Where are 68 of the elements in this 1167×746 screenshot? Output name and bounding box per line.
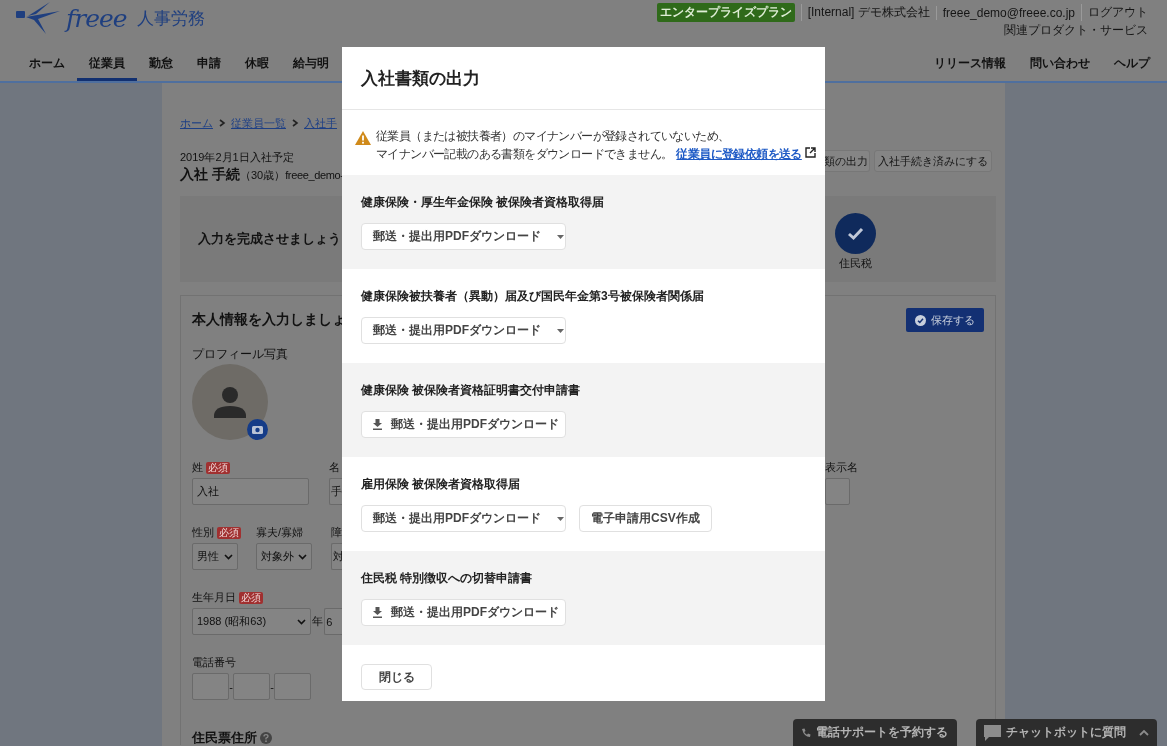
- account-link[interactable]: [Internal] デモ株式会社: [800, 4, 936, 21]
- nav-link[interactable]: 問い合わせ: [1018, 48, 1102, 81]
- action-button[interactable]: 入社手続き済みにする: [874, 150, 992, 172]
- product-name: 人事労務: [136, 7, 205, 30]
- field-label: 障: [331, 525, 342, 540]
- employee-name: 入社 手続: [180, 166, 240, 184]
- related-products-link[interactable]: 関連プロダクト・サービス: [1004, 22, 1148, 39]
- required-badge: 必須: [239, 591, 263, 604]
- register-request-link[interactable]: 従業員に登録依頼を送る: [676, 147, 802, 161]
- breadcrumb-link[interactable]: ホーム: [180, 115, 213, 131]
- select-field[interactable]: 対象外: [256, 543, 312, 570]
- nav-tab[interactable]: 休暇: [233, 48, 281, 81]
- document-title: 住民税 特別徴収への切替申請書: [361, 571, 534, 585]
- nav-tab[interactable]: ホーム: [17, 48, 77, 81]
- close-button[interactable]: 閉じる: [361, 664, 432, 690]
- field-label: 性別: [192, 525, 214, 540]
- select-field[interactable]: 1988 (昭和63): [192, 608, 312, 635]
- progress-prompt: 入力を完成させましょう: [198, 230, 341, 248]
- dropdown-button[interactable]: 郵送・提出用PDFダウンロード: [361, 223, 566, 250]
- field-label: 電話番号: [192, 655, 236, 670]
- logo-wordmark: freee: [66, 3, 127, 33]
- nav-link[interactable]: リリース情報: [922, 48, 1018, 81]
- form-title: 本人情報を入力しましょ: [192, 311, 346, 329]
- account-link[interactable]: freee_demo@freee.co.jp: [935, 5, 1081, 20]
- save-button[interactable]: 保存する: [906, 308, 984, 332]
- plan-badge: エンタープライズプラン: [656, 3, 795, 22]
- field-label: 名: [329, 460, 340, 475]
- dropdown-button[interactable]: 郵送・提出用PDFダウンロード: [361, 505, 566, 532]
- phone-support-button[interactable]: 電話サポートを予約する: [793, 719, 957, 746]
- required-badge: 必須: [217, 526, 241, 539]
- document-title: 健康保険被扶養者（異動）届及び国民年金第3号被保険者関係届: [361, 289, 705, 303]
- step-label: 住民税: [839, 256, 872, 271]
- field-label: 表示名: [825, 460, 858, 475]
- document-title: 健康保険 被保険者資格証明書交付申請書: [361, 383, 582, 397]
- chatbot-button[interactable]: チャットボットに質問: [976, 719, 1157, 746]
- required-badge: 必須: [206, 461, 230, 474]
- nav-tab[interactable]: 勤怠: [137, 48, 185, 81]
- account-link[interactable]: ログアウト: [1081, 4, 1148, 21]
- text-field[interactable]: 手: [329, 478, 342, 505]
- field-label: 姓: [192, 460, 203, 475]
- nav-tab[interactable]: 申請: [185, 48, 233, 81]
- nav-tab[interactable]: 従業員: [77, 48, 137, 81]
- csv-button[interactable]: 電子申請用CSV作成: [579, 505, 712, 532]
- nav-tab[interactable]: 給与明: [281, 48, 329, 81]
- nav-link[interactable]: ヘルプ: [1102, 48, 1150, 81]
- section-heading: 住民票住所: [192, 729, 257, 746]
- warning-message: 従業員（または被扶養者）のマイナンバーが登録されていないため、 マイナンバー記載のある書類をダウンロードできません。 従業員に登録依頼を送る: [376, 127, 816, 175]
- entry-date: 2019年2月1日入社予定: [180, 150, 295, 163]
- field-label: 寡夫/寡婦: [256, 525, 304, 540]
- breadcrumb-link[interactable]: 入社手: [304, 115, 337, 131]
- download-button[interactable]: 郵送・提出用PDFダウンロード: [361, 411, 566, 438]
- download-button[interactable]: 郵送・提出用PDFダウンロード: [361, 599, 566, 626]
- select-field[interactable]: 6: [324, 608, 342, 635]
- modal-title: 入社書類の出力: [361, 67, 480, 90]
- breadcrumb-link[interactable]: 従業員一覧: [231, 115, 286, 131]
- employee-age: （30歳）: [239, 169, 286, 183]
- unit-label: 年: [312, 614, 324, 629]
- action-button[interactable]: 類の出力: [825, 150, 870, 172]
- document-title: 健康保険・厚生年金保険 被保険者資格取得届: [361, 195, 606, 209]
- select-field[interactable]: 男性: [192, 543, 238, 570]
- separator-label: -: [229, 680, 233, 693]
- document-title: 雇用保険 被保険者資格取得届: [361, 477, 522, 491]
- employee-email: freee_demo-: [285, 169, 344, 181]
- field-label: 生年月日: [192, 590, 236, 605]
- separator-label: -: [270, 680, 274, 693]
- field-label: プロフィール写真: [192, 348, 289, 361]
- text-field[interactable]: 入社: [192, 478, 309, 505]
- dropdown-button[interactable]: 郵送・提出用PDFダウンロード: [361, 317, 566, 344]
